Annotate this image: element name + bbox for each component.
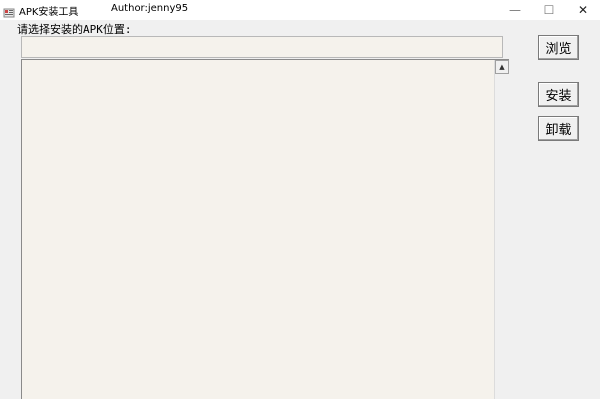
maximize-icon: ☐ xyxy=(543,3,555,17)
close-button[interactable]: ✕ xyxy=(566,0,600,20)
minimize-icon: — xyxy=(509,3,521,17)
scroll-up-icon: ▲ xyxy=(499,63,505,71)
scroll-up-button[interactable]: ▲ xyxy=(495,60,509,74)
install-button[interactable]: 安装 xyxy=(538,82,579,107)
browse-button[interactable]: 浏览 xyxy=(538,35,579,60)
window-title: APK安装工具 xyxy=(19,7,79,18)
app-icon xyxy=(3,4,15,18)
window-author: Author:jenny95 xyxy=(111,3,189,14)
vertical-scrollbar[interactable]: ▲ xyxy=(494,60,509,399)
apk-path-input[interactable] xyxy=(21,36,503,58)
close-icon: ✕ xyxy=(577,3,589,17)
title-bar[interactable]: APK安装工具 Author:jenny95 — ☐ ✕ xyxy=(0,0,600,20)
uninstall-button[interactable]: 卸载 xyxy=(538,116,579,141)
maximize-button[interactable]: ☐ xyxy=(532,0,566,20)
output-textarea[interactable] xyxy=(21,59,509,399)
apk-location-label: 请选择安装的APK位置: xyxy=(17,23,132,36)
minimize-button[interactable]: — xyxy=(498,0,532,20)
